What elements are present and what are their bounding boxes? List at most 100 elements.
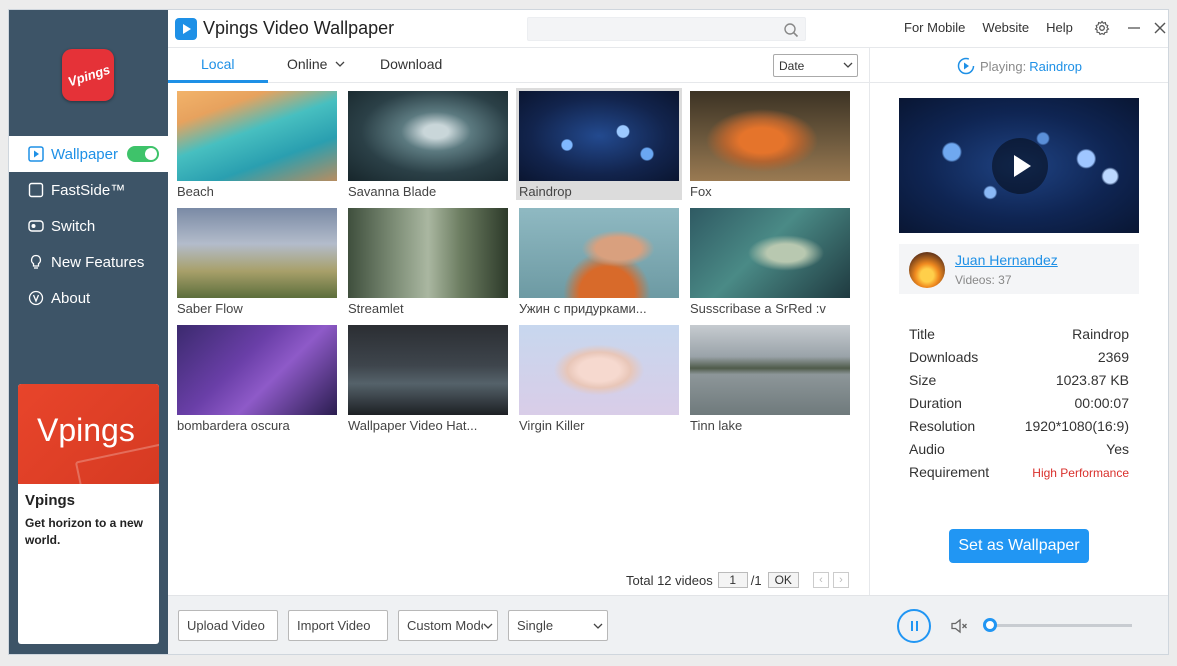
video-title: Savanna Blade [348,184,437,199]
sidebar-item-wallpaper[interactable]: Wallpaper [9,136,168,172]
info-row-resolution: Resolution 1920*1080(16:9) [909,418,1129,441]
now-playing: Playing: Raindrop [957,57,1082,75]
video-title: Fox [690,184,712,199]
video-card-beach[interactable]: Beach [174,88,340,200]
set-as-wallpaper-button[interactable]: Set as Wallpaper [949,529,1089,563]
for-mobile-link[interactable]: For Mobile [904,20,965,35]
wallpaper-toggle[interactable] [127,146,159,162]
requirement-value: High Performance [1032,466,1129,480]
mode-select[interactable]: Custom Mode [398,610,498,641]
video-card-susscribase[interactable]: Susscribase a SrRed :v [687,205,853,317]
square-icon [28,182,44,198]
video-card-fox[interactable]: Fox [687,88,853,200]
sidebar-item-about[interactable]: About [9,280,168,316]
page-number-input[interactable]: 1 [717,572,748,588]
gear-icon[interactable] [1094,20,1110,36]
pause-button[interactable] [897,609,931,643]
sort-select[interactable]: Date [773,54,858,77]
video-preview[interactable] [899,98,1139,233]
help-link[interactable]: Help [1046,20,1073,35]
video-card-raindrop[interactable]: Raindrop [516,88,682,200]
play-icon[interactable] [992,138,1048,194]
sidebar-item-label: Switch [51,217,96,235]
sidebar-item-label: Wallpaper [51,145,118,163]
video-title: bombardera oscura [177,418,290,433]
mute-icon[interactable] [949,616,969,636]
video-card-tinn-lake[interactable]: Tinn lake [687,322,853,434]
video-thumbnail [690,208,850,298]
video-card-streamlet[interactable]: Streamlet [345,205,511,317]
video-info: Title Raindrop Downloads 2369 Size 1023.87 … [909,326,1129,487]
volume-slider-track[interactable] [990,624,1132,627]
promo-banner: Vpings [18,384,159,501]
minimize-icon[interactable] [1126,20,1142,36]
video-card-uzhin[interactable]: Ужин с придурками... [516,205,682,317]
author-video-count: Videos: 37 [955,273,1012,287]
tab-label: Online [287,56,328,72]
website-link[interactable]: Website [982,20,1029,35]
pager-of: /1 [750,572,762,588]
app-title: Vpings Video Wallpaper [203,18,395,38]
close-icon[interactable] [1152,20,1168,36]
search-input[interactable] [527,17,806,41]
video-title: Tinn lake [690,418,743,433]
video-thumbnail [519,91,679,181]
video-thumbnail [348,208,508,298]
video-title: Susscribase a SrRed :v [690,301,826,316]
source-tabs: Local Online Download Date [168,47,869,83]
volume-slider-handle[interactable] [983,618,997,632]
video-thumbnail [519,325,679,415]
video-card-bombardera[interactable]: bombardera oscura [174,322,340,434]
import-video-button[interactable]: Import Video [288,610,388,641]
video-thumbnail [690,325,850,415]
top-links: For Mobile Website Help [904,20,1090,35]
info-value: 00:00:07 [1074,395,1130,411]
app-play-icon [175,18,197,40]
tab-download[interactable]: Download [380,56,442,72]
info-value: Raindrop [1072,326,1129,342]
pager: Total 12 videos 1 /1 OK ‹ › [626,572,849,588]
tab-online[interactable]: Online [287,56,345,72]
info-row-duration: Duration 00:00:07 [909,395,1129,418]
video-title: Ужин с придурками... [519,301,647,316]
search-icon[interactable] [783,22,799,38]
app-logo: Vpings [62,49,114,101]
info-row-title: Title Raindrop [909,326,1129,349]
sidebar-item-label: New Features [51,253,145,271]
info-row-audio: Audio Yes [909,441,1129,464]
mode-value: Custom Mode [407,618,488,633]
tab-local[interactable]: Local [201,56,234,72]
pager-ok-button[interactable]: OK [767,572,799,588]
video-title: Raindrop [519,184,572,199]
video-thumbnail [690,91,850,181]
sidebar: Vpings Wallpaper FastSide™ Switch New Fe… [9,10,168,654]
video-card-savanna-blade[interactable]: Savanna Blade [345,88,511,200]
switch-icon [28,218,44,234]
video-thumbnail [177,325,337,415]
playing-icon [957,57,975,75]
info-key: Size [909,372,937,388]
promo-card[interactable]: Vpings Vpings Get horizon to a new world… [18,384,159,644]
next-page-icon[interactable]: › [832,572,849,588]
pager-total: Total 12 videos [626,572,713,588]
playing-label: Playing: [980,58,1027,74]
sidebar-item-fastside[interactable]: FastSide™ [9,172,168,208]
upload-video-button[interactable]: Upload Video [178,610,278,641]
info-value: 1920*1080(16:9) [1024,418,1129,434]
info-key: Downloads [909,349,979,365]
video-card-wallpaper-hat[interactable]: Wallpaper Video Hat... [345,322,511,434]
video-title: Saber Flow [177,301,243,316]
video-card-saber-flow[interactable]: Saber Flow [174,205,340,317]
title-bar: Vpings Video Wallpaper For Mobile Websit… [168,10,1168,47]
sidebar-item-new-features[interactable]: New Features [9,244,168,280]
sidebar-item-label: FastSide™ [51,181,126,199]
video-card-virgin-killer[interactable]: Virgin Killer [516,322,682,434]
sidebar-item-switch[interactable]: Switch [9,208,168,244]
display-select[interactable]: Single [508,610,608,641]
author-name-link[interactable]: Juan Hernandez [955,252,1058,268]
now-playing-bar: Playing: Raindrop [870,47,1168,83]
video-thumbnail [177,208,337,298]
info-value: 2369 [1097,349,1129,365]
promo-description: Get horizon to a new world. [25,516,144,547]
prev-page-icon[interactable]: ‹ [812,572,829,588]
